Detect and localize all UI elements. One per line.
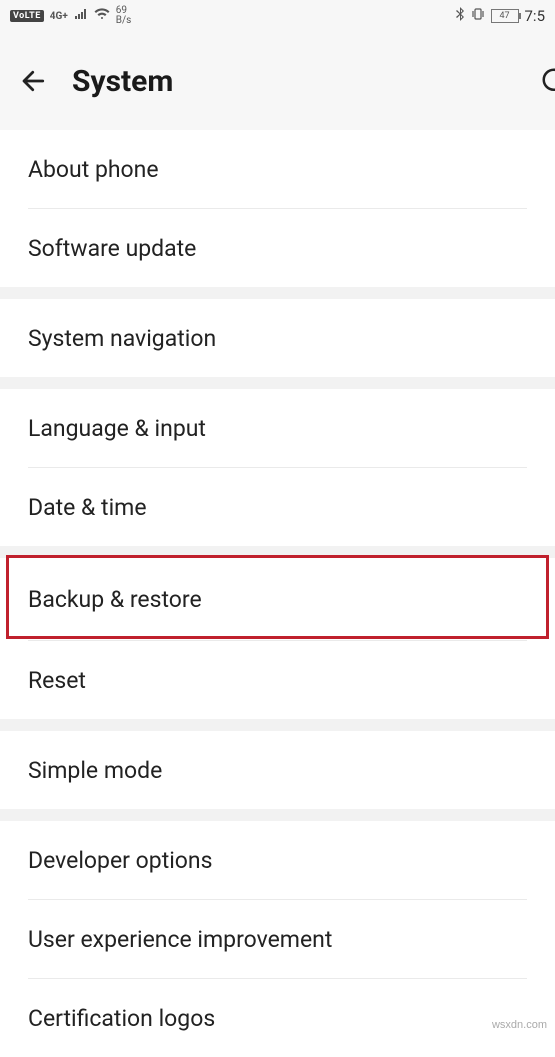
item-label: About phone [28,156,159,183]
page-title: System [72,64,173,99]
item-user-experience-improvement[interactable]: User experience improvement [0,900,555,978]
item-certification-logos[interactable]: Certification logos [0,979,555,1057]
item-label: Simple mode [28,757,162,784]
item-label: User experience improvement [28,926,332,953]
header: System [0,32,555,130]
speed-unit: B/s [116,16,132,26]
volte-badge: VoLTE [10,10,44,22]
wifi-icon [94,8,110,24]
settings-group: Backup & restore Reset [0,558,555,719]
search-button[interactable] [525,63,555,99]
network-type: 4G+ [50,11,68,22]
item-label: Language & input [28,415,206,442]
item-label: Developer options [28,847,213,874]
battery-icon: 47 [491,9,519,23]
item-system-navigation[interactable]: System navigation [0,299,555,377]
battery-level: 47 [499,11,509,21]
settings-group: Simple mode [0,731,555,809]
item-about-phone[interactable]: About phone [0,130,555,208]
status-right: 47 7:5 [455,7,546,25]
signal-icon [74,8,88,24]
clock: 7:5 [525,7,546,25]
settings-group: Language & input Date & time [0,389,555,546]
item-label: Backup & restore [28,586,202,613]
settings-group: Developer options User experience improv… [0,821,555,1057]
item-label: System navigation [28,325,216,352]
settings-group: System navigation [0,299,555,377]
vibrate-icon [471,7,485,25]
settings-group: About phone Software update [0,130,555,287]
net-speed: 69 B/s [116,6,132,26]
item-backup-restore[interactable]: Backup & restore [0,558,555,640]
item-label: Date & time [28,494,147,521]
item-reset[interactable]: Reset [0,641,555,719]
item-label: Certification logos [28,1005,215,1032]
bluetooth-icon [455,7,465,25]
item-language-input[interactable]: Language & input [0,389,555,467]
item-software-update[interactable]: Software update [0,209,555,287]
search-icon [540,66,555,96]
arrow-left-icon [19,66,49,96]
status-left: VoLTE 4G+ 69 B/s [10,6,131,26]
item-label: Software update [28,235,196,262]
item-simple-mode[interactable]: Simple mode [0,731,555,809]
item-date-time[interactable]: Date & time [0,468,555,546]
item-label: Reset [28,667,86,694]
status-bar: VoLTE 4G+ 69 B/s 47 7:5 [0,0,555,32]
watermark: wsxdn.com [492,1019,547,1031]
back-button[interactable] [16,63,52,99]
item-developer-options[interactable]: Developer options [0,821,555,899]
